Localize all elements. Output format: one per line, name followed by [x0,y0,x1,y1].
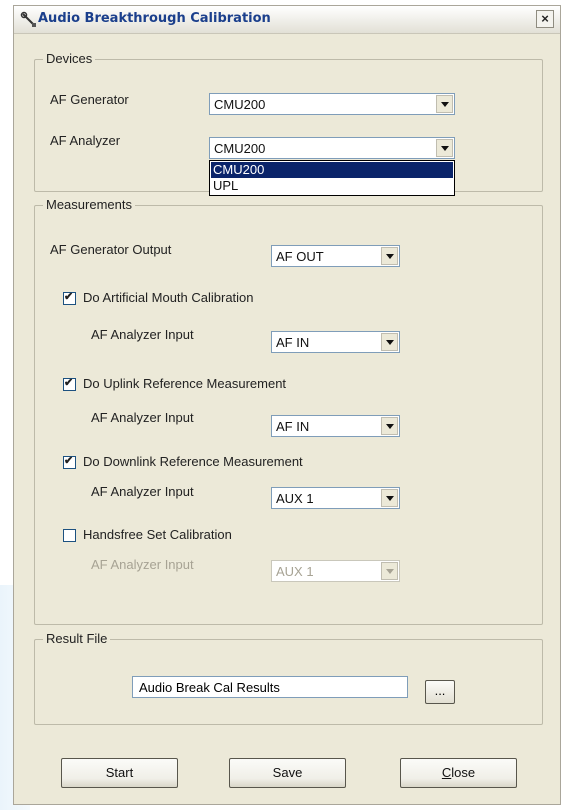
af-analyzer-label: AF Analyzer [50,133,121,148]
af-analyzer-value: CMU200 [214,141,266,156]
result-file-value: Audio Break Cal Results [139,680,280,695]
af-generator-label: AF Generator [50,92,129,107]
uplink-reference-checkbox[interactable] [63,376,76,391]
chevron-down-icon[interactable] [381,333,398,351]
chevron-down-icon[interactable] [436,95,453,113]
dropdown-option-upl[interactable]: UPL [211,178,453,194]
handsfree-input-value: AUX 1 [276,564,314,579]
handsfree-input-label: AF Analyzer Input [91,557,194,572]
save-button[interactable]: Save [229,758,346,788]
downlink-reference-label: Do Downlink Reference Measurement [83,454,303,469]
af-analyzer-select[interactable]: CMU200 [209,137,455,159]
start-button[interactable]: Start [61,758,178,788]
af-generator-value: CMU200 [214,97,266,112]
handsfree-calibration-label: Handsfree Set Calibration [83,527,232,542]
window-title: Audio Breakthrough Calibration [38,11,271,26]
measurements-group-label: Measurements [43,197,135,212]
downlink-reference-input-select[interactable]: AUX 1 [271,487,400,509]
af-generator-select[interactable]: CMU200 [209,93,455,115]
downlink-reference-checkbox[interactable] [63,454,76,469]
devices-group-label: Devices [43,51,96,66]
tools-icon [20,11,38,29]
chevron-down-icon[interactable] [381,417,398,435]
af-generator-output-label: AF Generator Output [50,242,172,257]
title-bar[interactable]: Audio Breakthrough Calibration × [14,6,560,34]
artificial-mouth-checkbox[interactable] [63,290,76,305]
dropdown-option-cmu200[interactable]: CMU200 [211,162,453,178]
uplink-reference-input-label: AF Analyzer Input [91,410,194,425]
downlink-reference-input-value: AUX 1 [276,491,314,506]
uplink-reference-input-select[interactable]: AF IN [271,415,400,437]
save-button-label: Save [272,765,303,780]
chevron-down-icon [381,562,398,580]
uplink-reference-input-value: AF IN [276,419,310,434]
uplink-reference-label: Do Uplink Reference Measurement [83,376,287,391]
start-button-label: Start [105,765,134,780]
close-button[interactable]: Close [400,758,517,788]
handsfree-input-select: AUX 1 [271,560,400,582]
artificial-mouth-input-value: AF IN [276,335,310,350]
af-analyzer-dropdown-list: CMU200 UPL [209,160,455,196]
result-file-input[interactable]: Audio Break Cal Results [132,676,408,698]
close-button-label: lose [451,765,476,780]
artificial-mouth-label: Do Artificial Mouth Calibration [83,290,254,305]
dialog-window: Audio Breakthrough Calibration × Devices… [13,5,561,805]
artificial-mouth-input-select[interactable]: AF IN [271,331,400,353]
close-button-mnemonic: C [441,765,452,780]
af-generator-output-select[interactable]: AF OUT [271,245,400,267]
chevron-down-icon[interactable] [436,139,453,157]
close-icon[interactable]: × [536,10,554,28]
downlink-reference-input-label: AF Analyzer Input [91,484,194,499]
af-generator-output-value: AF OUT [276,249,324,264]
browse-button[interactable]: ... [425,680,455,704]
result-file-group-label: Result File [43,631,111,646]
chevron-down-icon[interactable] [381,489,398,507]
handsfree-calibration-checkbox[interactable] [63,529,76,542]
chevron-down-icon[interactable] [381,247,398,265]
artificial-mouth-input-label: AF Analyzer Input [91,327,194,342]
